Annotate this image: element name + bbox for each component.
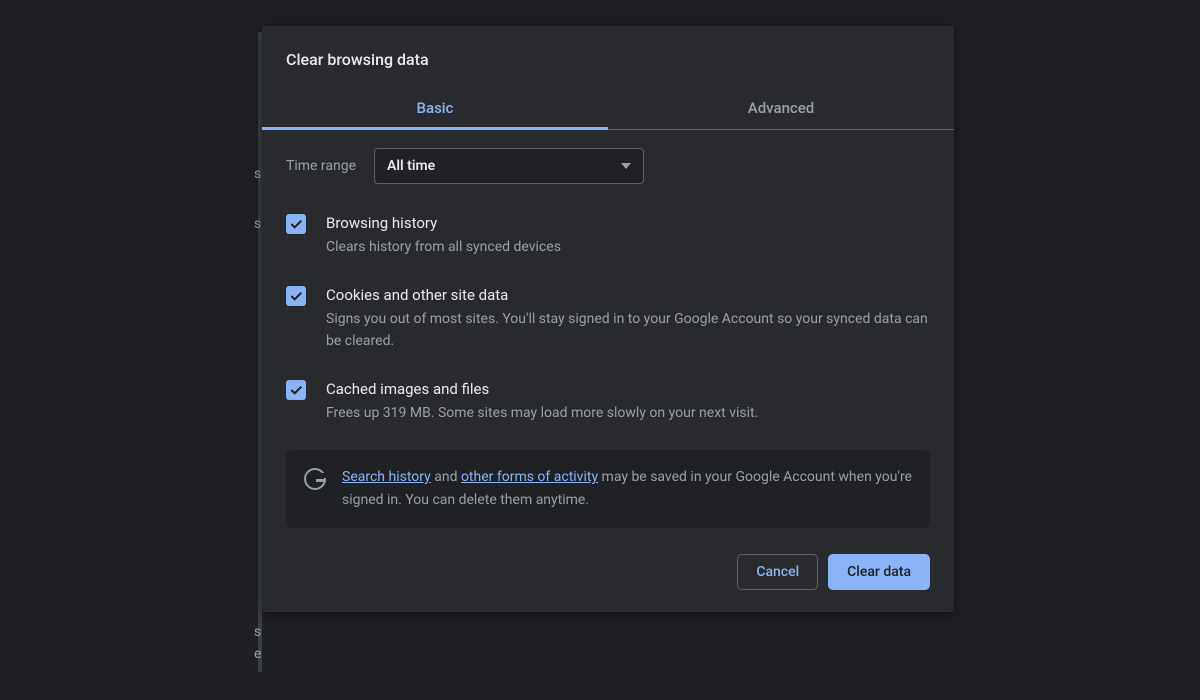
option-cached: Cached images and files Frees up 319 MB.… xyxy=(286,378,930,424)
option-desc: Signs you out of most sites. You'll stay… xyxy=(326,308,930,352)
dropdown-caret-icon xyxy=(621,163,631,169)
cancel-button[interactable]: Cancel xyxy=(737,554,818,590)
time-range-value: All time xyxy=(387,158,435,174)
time-range-select[interactable]: All time xyxy=(374,148,644,184)
option-cookies: Cookies and other site data Signs you ou… xyxy=(286,284,930,352)
option-text: Browsing history Clears history from all… xyxy=(326,212,930,258)
tab-basic[interactable]: Basic xyxy=(262,89,608,129)
checkbox-cached[interactable] xyxy=(286,380,306,400)
dialog-body: Time range All time Browsing history Cle… xyxy=(262,130,954,528)
time-range-row: Time range All time xyxy=(286,148,930,184)
clear-browsing-data-dialog: Clear browsing data Basic Advanced Time … xyxy=(262,26,954,612)
option-desc: Frees up 319 MB. Some sites may load mor… xyxy=(326,402,930,424)
time-range-label: Time range xyxy=(286,158,356,174)
dialog-title: Clear browsing data xyxy=(262,26,954,89)
google-g-icon xyxy=(304,468,326,490)
clear-data-button[interactable]: Clear data xyxy=(828,554,930,590)
tab-advanced[interactable]: Advanced xyxy=(608,89,954,129)
option-title: Cached images and files xyxy=(326,378,930,400)
notice-text: Search history and other forms of activi… xyxy=(342,466,912,512)
check-icon xyxy=(288,216,304,232)
checkbox-browsing-history[interactable] xyxy=(286,214,306,234)
option-text: Cached images and files Frees up 319 MB.… xyxy=(326,378,930,424)
option-title: Browsing history xyxy=(326,212,930,234)
dialog-actions: Cancel Clear data xyxy=(262,528,954,590)
google-account-notice: Search history and other forms of activi… xyxy=(286,450,930,528)
option-title: Cookies and other site data xyxy=(326,284,930,306)
option-desc: Clears history from all synced devices xyxy=(326,236,930,258)
link-search-history[interactable]: Search history xyxy=(342,469,431,485)
checkbox-cookies[interactable] xyxy=(286,286,306,306)
tab-bar: Basic Advanced xyxy=(262,89,954,130)
link-other-activity[interactable]: other forms of activity xyxy=(461,469,598,485)
check-icon xyxy=(288,288,304,304)
check-icon xyxy=(288,382,304,398)
option-browsing-history: Browsing history Clears history from all… xyxy=(286,212,930,258)
option-text: Cookies and other site data Signs you ou… xyxy=(326,284,930,352)
